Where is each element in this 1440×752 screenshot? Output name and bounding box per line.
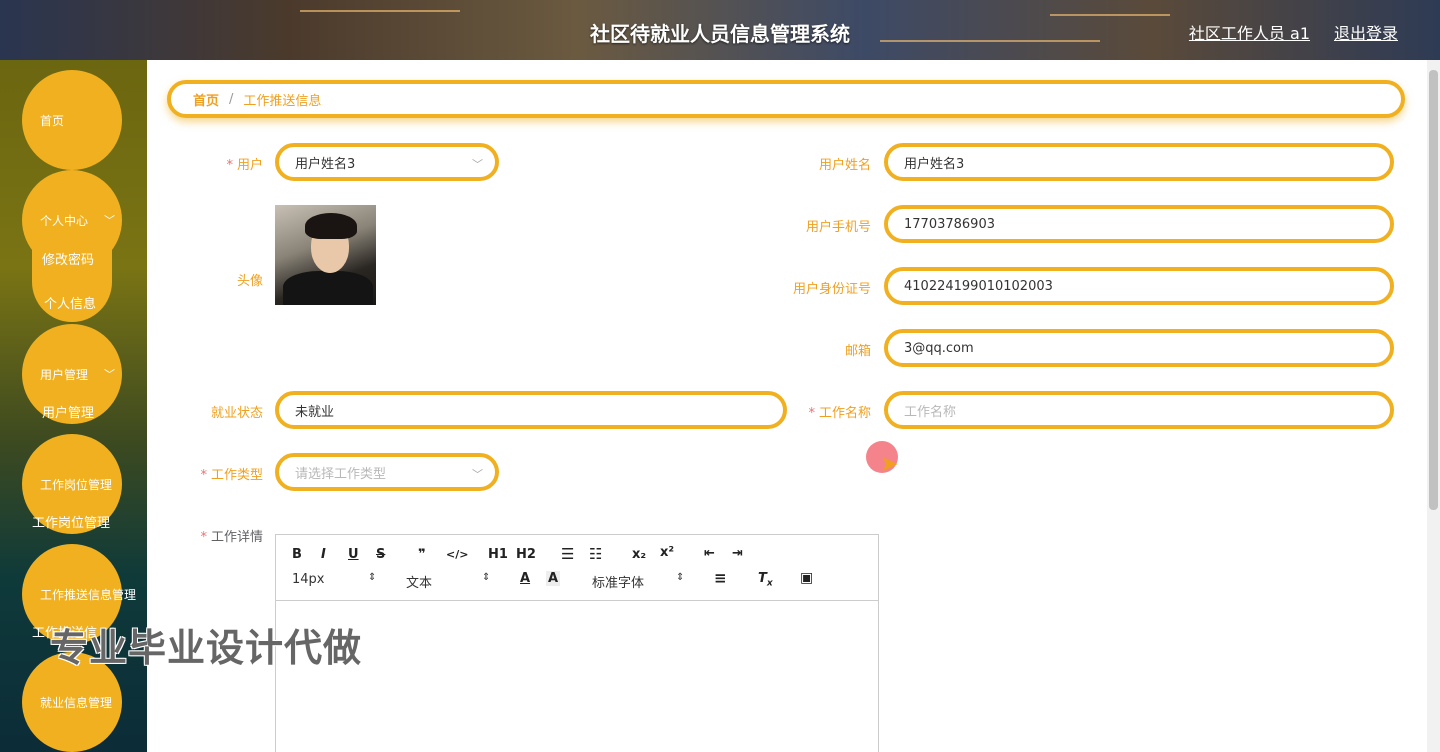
idcard-label: 用户身份证号 xyxy=(792,282,871,297)
font-size-select[interactable]: 14px xyxy=(292,572,325,587)
chevron-updown-icon: ⇕ xyxy=(368,572,377,583)
avatar-label: 头像 xyxy=(236,274,263,289)
outdent-icon[interactable]: ⇤ xyxy=(704,546,715,561)
jobtype-label: * 工作类型 xyxy=(147,464,263,483)
sidebar-item-personal-info[interactable]: 个人信息 xyxy=(44,293,96,312)
breadcrumb-separator: / xyxy=(229,91,234,107)
rich-text-editor: B I U S ❞ </> H1 H2 ☰ ☷ x₂ x² ⇤ ⇥ 14px ⇕… xyxy=(275,534,879,752)
breadcrumb-current: 工作推送信息 xyxy=(243,93,322,109)
sidebar-item-label: 工作岗位管理 xyxy=(40,477,113,492)
email-label: 邮箱 xyxy=(844,344,871,359)
chevron-down-icon: ﹀ xyxy=(472,468,483,481)
code-button[interactable]: </> xyxy=(446,548,468,561)
avatar-image[interactable] xyxy=(275,205,376,305)
status-label: 就业状态 xyxy=(210,406,263,421)
bold-button[interactable]: B xyxy=(292,547,302,562)
background-color-icon[interactable]: A xyxy=(546,571,561,586)
subscript-button[interactable]: x₂ xyxy=(632,547,646,562)
sidebar-item-change-password[interactable]: 修改密码 xyxy=(42,249,94,268)
bullet-list-icon[interactable]: ☷ xyxy=(589,545,602,563)
user-select-value: 用户姓名3 xyxy=(295,156,356,172)
label-text: 用户 xyxy=(236,158,263,173)
superscript-button[interactable]: x² xyxy=(660,545,674,560)
required-mark: * xyxy=(808,406,815,421)
chevron-down-icon: ﹀ xyxy=(472,158,483,171)
label-text: 工作名称 xyxy=(818,406,871,421)
user-label: * 用户 xyxy=(147,154,263,173)
idcard-field[interactable]: 410224199010102003 xyxy=(884,267,1394,305)
current-user: 社区工作人员 a1 xyxy=(1188,24,1310,43)
status-field[interactable]: 未就业 xyxy=(275,391,787,429)
jobtype-select-placeholder: 请选择工作类型 xyxy=(295,466,387,482)
avatar-part xyxy=(283,271,373,305)
phone-field[interactable]: 17703786903 xyxy=(884,205,1394,243)
jobdetail-label: * 工作详情 xyxy=(147,526,263,545)
label-text: 工作详情 xyxy=(210,530,263,545)
phone-label: 用户手机号 xyxy=(805,220,871,235)
required-mark: * xyxy=(226,158,233,173)
breadcrumb-home[interactable]: 首页 xyxy=(193,90,219,109)
scrollbar-thumb[interactable] xyxy=(1429,70,1438,510)
italic-button[interactable]: I xyxy=(321,547,326,562)
ordered-list-icon[interactable]: ☰ xyxy=(561,545,574,563)
chevron-down-icon: ﹀ xyxy=(104,214,115,227)
quote-button[interactable]: ❞ xyxy=(418,547,426,562)
chevron-updown-icon: ⇕ xyxy=(676,572,685,583)
sidebar-item-home[interactable]: 首页 xyxy=(22,70,122,170)
jobname-label: * 工作名称 xyxy=(747,402,871,421)
sidebar-item-label: 用户管理 xyxy=(40,367,89,382)
required-mark: * xyxy=(200,468,207,483)
logout-link[interactable]: 退出登录 xyxy=(1334,20,1398,44)
text-style-select[interactable]: 文本 xyxy=(406,572,432,591)
email-field[interactable]: 3@qq.com xyxy=(884,329,1394,367)
jobname-field[interactable]: 工作名称 xyxy=(884,391,1394,429)
jobtype-select[interactable]: 请选择工作类型 ﹀ xyxy=(275,453,499,491)
username-label: 用户姓名 xyxy=(818,158,871,173)
username-field[interactable]: 用户姓名3 xyxy=(884,143,1394,181)
page-scrollbar[interactable] xyxy=(1427,60,1440,752)
sidebar-item-label: 个人中心 xyxy=(40,213,89,228)
sidebar-item-label: 工作推送信息管理 xyxy=(40,587,137,602)
label-text: 工作类型 xyxy=(210,468,263,483)
sidebar-item-label: 就业信息管理 xyxy=(40,695,113,710)
indent-icon[interactable]: ⇥ xyxy=(732,546,743,561)
h1-button[interactable]: H1 xyxy=(488,547,508,562)
breadcrumb: 首页 / 工作推送信息 xyxy=(167,80,1405,118)
sidebar-item-user-mgmt-sub[interactable]: 用户管理 xyxy=(42,402,94,421)
required-mark: * xyxy=(200,530,207,545)
header-decoration xyxy=(1050,14,1170,16)
strike-button[interactable]: S xyxy=(376,547,385,562)
chevron-updown-icon: ⇕ xyxy=(482,572,491,583)
user-select[interactable]: 用户姓名3 ﹀ xyxy=(275,143,499,181)
sidebar-item-job-post-mgmt-sub[interactable]: 工作岗位管理 xyxy=(32,512,110,531)
underline-button[interactable]: U xyxy=(348,547,359,562)
header-decoration xyxy=(300,10,460,12)
editor-toolbar: B I U S ❞ </> H1 H2 ☰ ☷ x₂ x² ⇤ ⇥ 14px ⇕… xyxy=(276,535,878,601)
watermark-text: 专业毕业设计代做 xyxy=(50,626,363,670)
top-header: 社区待就业人员信息管理系统 社区工作人员 a1 退出登录 xyxy=(0,0,1440,60)
chevron-down-icon: ﹀ xyxy=(104,368,115,381)
align-icon[interactable]: ≡ xyxy=(714,569,727,587)
clear-format-icon[interactable]: Tx xyxy=(758,571,773,589)
cursor-arrow-icon: ➤ xyxy=(880,452,899,477)
avatar-part xyxy=(305,213,357,239)
image-icon[interactable]: ▣ xyxy=(800,570,813,586)
font-color-icon[interactable]: A xyxy=(520,571,530,586)
h2-button[interactable]: H2 xyxy=(516,547,536,562)
font-family-select[interactable]: 标准字体 xyxy=(592,572,644,591)
sidebar-item-label: 首页 xyxy=(40,113,65,128)
